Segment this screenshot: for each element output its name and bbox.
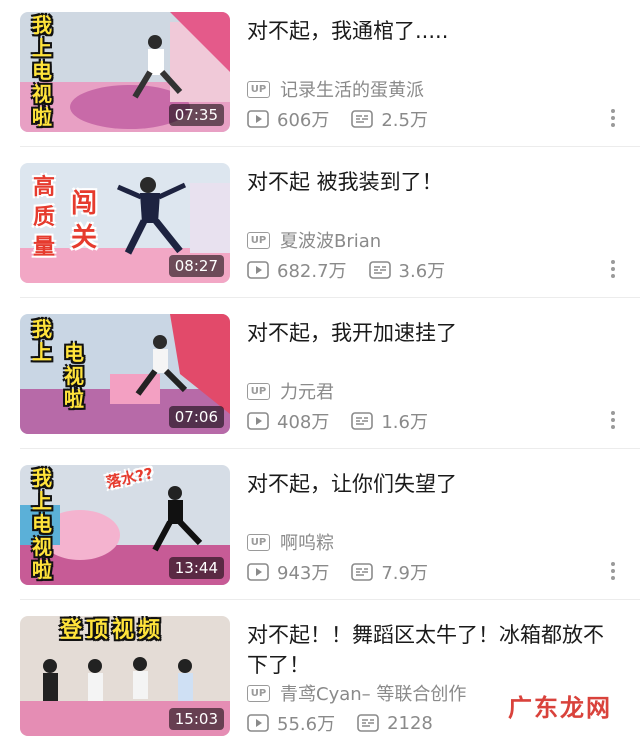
view-count: 55.6万: [277, 714, 336, 735]
view-count: 943万: [277, 563, 330, 584]
danmaku-count: 3.6万: [398, 261, 446, 282]
danmaku-count: 2128: [387, 712, 433, 734]
video-title[interactable]: 对不起 被我装到了！: [247, 167, 622, 197]
video-title[interactable]: 对不起！！舞蹈区太牛了！冰箱都放不下了！: [247, 620, 622, 680]
divider: [20, 599, 640, 600]
danmaku-count: 1.6万: [381, 412, 428, 433]
thumbnail-caption: 登顶视频: [60, 618, 165, 643]
uploader-row[interactable]: UP 夏波波Brian: [247, 227, 381, 253]
danmaku-count: 2.5万: [381, 110, 428, 131]
more-vertical-icon[interactable]: [610, 408, 616, 432]
divider: [20, 146, 640, 147]
thumbnail-caption-char: 啦: [32, 105, 52, 129]
thumbnail-caption-char: 电: [32, 512, 52, 536]
thumbnail-caption-char: 电: [64, 341, 84, 365]
video-thumbnail[interactable]: 我 上 电 视 啦 落水?? 13:44: [20, 465, 230, 585]
uploader-name[interactable]: 青鸢Cyan– 等联合创作: [280, 680, 466, 706]
up-badge-icon: UP: [247, 684, 270, 702]
stats-row: 682.7万 3.6万: [247, 257, 467, 283]
video-thumbnail[interactable]: 登顶视频 15:03: [20, 616, 230, 736]
video-duration: 08:27: [168, 255, 224, 277]
up-badge-icon: UP: [247, 382, 270, 400]
video-thumbnail[interactable]: 高 质 量 闯 关 08:27: [20, 163, 230, 283]
danmaku-icon: [351, 563, 374, 581]
uploader-row[interactable]: UP 记录生活的蛋黄派: [247, 76, 424, 102]
play-icon: [247, 714, 269, 732]
thumbnail-caption-char: 啦: [32, 558, 52, 582]
play-icon: [247, 261, 269, 279]
stats-row: 606万 2.5万: [247, 106, 450, 132]
thumbnail-caption-char: 视: [64, 364, 84, 388]
stats-row: 55.6万 2128: [247, 710, 455, 736]
thumbnail-caption-char: 高: [32, 175, 55, 200]
play-icon: [247, 563, 269, 581]
video-item[interactable]: 高 质 量 闯 关 08:27 对不起 被我装到了！ UP 夏波波Brian 6…: [0, 151, 640, 301]
video-title[interactable]: 对不起，让你们失望了: [247, 469, 622, 499]
uploader-name[interactable]: 夏波波Brian: [280, 227, 381, 253]
more-vertical-icon[interactable]: [610, 559, 616, 583]
video-item[interactable]: 我 上 电 视 啦 落水?? 13:44 对不起，让你们失望了 UP 啊呜粽 9…: [0, 453, 640, 603]
video-thumbnail[interactable]: 我 上 电 视 啦 07:06: [20, 314, 230, 434]
thumbnail-caption-char: 我: [32, 13, 52, 37]
uploader-row[interactable]: UP 力元君: [247, 378, 334, 404]
more-vertical-icon[interactable]: [610, 257, 616, 281]
danmaku-count: 7.9万: [381, 563, 428, 584]
uploader-name[interactable]: 记录生活的蛋黄派: [280, 76, 424, 102]
view-count: 408万: [277, 412, 330, 433]
thumbnail-caption-char: 上: [32, 36, 52, 60]
thumbnail-caption-char: 我: [32, 466, 52, 490]
uploader-name[interactable]: 啊呜粽: [280, 529, 334, 555]
danmaku-icon: [351, 110, 374, 128]
thumbnail-caption-char: 视: [32, 82, 52, 106]
video-duration: 07:35: [168, 104, 224, 126]
view-count: 682.7万: [277, 261, 347, 282]
video-title[interactable]: 对不起，我开加速挂了: [247, 318, 622, 348]
thumbnail-caption-char: 啦: [64, 387, 84, 411]
thumbnail-caption-char: 上: [32, 489, 52, 513]
danmaku-icon: [368, 261, 391, 279]
stats-row: 943万 7.9万: [247, 559, 450, 585]
up-badge-icon: UP: [247, 533, 270, 551]
thumbnail-caption-char: 视: [32, 535, 52, 559]
video-title[interactable]: 对不起，我通棺了.....: [247, 16, 622, 46]
thumbnail-caption-char: 关: [70, 223, 97, 253]
view-count: 606万: [277, 110, 330, 131]
video-item[interactable]: 我 上 电 视 啦 07:35 对不起，我通棺了..... UP 记录生活的蛋黄…: [0, 0, 640, 150]
danmaku-icon: [351, 412, 374, 430]
uploader-name[interactable]: 力元君: [280, 378, 334, 404]
divider: [20, 297, 640, 298]
play-icon: [247, 412, 269, 430]
video-item[interactable]: 我 上 电 视 啦 07:06 对不起，我开加速挂了 UP 力元君 408万 1…: [0, 302, 640, 452]
video-duration: 07:06: [168, 406, 224, 428]
danmaku-icon: [357, 714, 379, 732]
video-duration: 15:03: [168, 708, 224, 730]
stats-row: 408万 1.6万: [247, 408, 450, 434]
thumbnail-caption-char: 质: [32, 205, 55, 230]
thumbnail-caption-char: 我: [32, 317, 52, 341]
thumbnail-caption-char: 量: [32, 235, 55, 260]
video-duration: 13:44: [168, 557, 224, 579]
more-vertical-icon[interactable]: [610, 106, 616, 130]
watermark-logo: 广东龙网: [508, 694, 612, 722]
uploader-row[interactable]: UP 啊呜粽: [247, 529, 334, 555]
thumbnail-caption-char: 上: [32, 340, 52, 364]
divider: [20, 448, 640, 449]
thumbnail-caption-char: 闯: [70, 189, 97, 219]
thumbnail-caption-char: 电: [32, 59, 52, 83]
play-icon: [247, 110, 269, 128]
uploader-row[interactable]: UP 青鸢Cyan– 等联合创作: [247, 680, 466, 706]
up-badge-icon: UP: [247, 80, 270, 98]
up-badge-icon: UP: [247, 231, 270, 249]
video-thumbnail[interactable]: 我 上 电 视 啦 07:35: [20, 12, 230, 132]
